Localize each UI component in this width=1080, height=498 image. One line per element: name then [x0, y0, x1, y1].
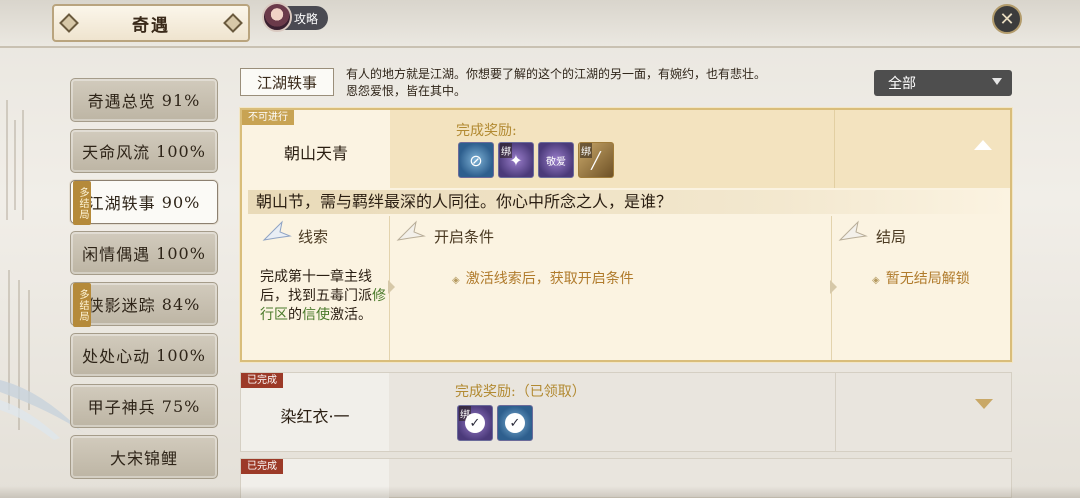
- reward-item[interactable]: ✦ 绑: [498, 142, 534, 178]
- sidebar-item-fate[interactable]: 天命风流 100%: [70, 129, 218, 173]
- reward-item[interactable]: ⊘: [458, 142, 494, 178]
- event-card-expanded: 不可进行 朝山天青 完成奖励: ⊘ ✦ 绑 敬爱 ╱ 绑 朝山节，需与羁绊最深的…: [240, 108, 1012, 362]
- clue-title: 线索: [298, 228, 329, 246]
- filter-dropdown[interactable]: 全部: [874, 70, 1012, 96]
- clue-text: 完成第十一章主线后，找到五毒门派修行区的信使激活。: [260, 269, 386, 323]
- ornament-right-icon: [223, 13, 243, 33]
- expand-cell: [835, 373, 1011, 451]
- guide-avatar-icon: [262, 2, 292, 32]
- sidebar-item-shadow[interactable]: 多结局 侠影迷踪 84%: [70, 282, 218, 327]
- section-description: 有人的地方就是江湖。你想要了解的这个的江湖的另一面，有婉约，也有悲壮。恩怨爱恨，…: [346, 67, 767, 98]
- ending-column: 结局 暂无结局解锁: [832, 216, 1008, 360]
- sidebar-item-heartbeat[interactable]: 处处心动 100%: [70, 333, 218, 377]
- status-badge: 不可进行: [242, 110, 294, 125]
- check-icon: ✓: [465, 413, 485, 433]
- collapse-cell: [834, 110, 1010, 188]
- sidebar-item-jianghu[interactable]: 多结局 江湖轶事 90%: [70, 180, 218, 225]
- filter-value: 全部: [888, 76, 916, 92]
- bound-tag: 绑: [500, 143, 512, 158]
- section-label: 江湖轶事: [240, 68, 334, 96]
- multi-ending-tag: 多结局: [73, 181, 91, 225]
- sidebar-item-overview[interactable]: 奇遇总览 91%: [70, 78, 218, 122]
- ending-text: 暂无结局解锁: [872, 268, 970, 288]
- reward-item[interactable]: ╱ 绑: [578, 142, 614, 178]
- reward-item[interactable]: 绑 ✓: [457, 405, 493, 441]
- guide-label: 攻略: [294, 11, 319, 26]
- swirl-icon: ⊘: [469, 150, 483, 170]
- bound-tag: 绑: [580, 143, 592, 158]
- guide-button[interactable]: 攻略: [262, 2, 328, 32]
- event-name-cell: 已完成 染红衣·一: [241, 373, 389, 451]
- expand-arrow-icon[interactable]: [975, 399, 993, 409]
- event-name: 朝山天青: [283, 144, 348, 163]
- close-button[interactable]: ✕: [992, 4, 1022, 34]
- reward-icons: 绑 ✓ ✓: [457, 405, 533, 441]
- multi-ending-tag: 多结局: [73, 283, 91, 327]
- event-name: 染红衣·一: [280, 407, 350, 426]
- npc-link: 信使: [302, 307, 330, 323]
- reward-label: 完成奖励:（已领取）: [455, 384, 586, 400]
- paper-crane-icon: [262, 220, 292, 241]
- status-badge: 已完成: [241, 459, 283, 474]
- status-badge: 已完成: [241, 373, 283, 388]
- condition-column: 开启条件 激活线索后，获取开启条件: [390, 216, 832, 360]
- top-bar: 奇遇 攻略 ✕: [0, 0, 1080, 48]
- condition-text: 激活线索后，获取开启条件: [452, 268, 634, 288]
- reward-item[interactable]: 敬爱: [538, 142, 574, 178]
- event-name-cell: 不可进行 朝山天青: [242, 110, 390, 188]
- category-sidebar: 奇遇总览 91% 天命风流 100% 多结局 江湖轶事 90% 闲情偶遇 100…: [70, 78, 218, 486]
- check-icon: ✓: [505, 413, 525, 433]
- event-question: 朝山节，需与羁绊最深的人同往。你心中所念之人，是谁？: [248, 190, 1008, 214]
- reward-item[interactable]: ✓: [497, 405, 533, 441]
- ending-title: 结局: [876, 228, 907, 246]
- collapse-arrow-icon[interactable]: [974, 140, 992, 150]
- sidebar-item-koi[interactable]: 大宋锦鲤: [70, 435, 218, 479]
- condition-title: 开启条件: [434, 228, 495, 246]
- book-icon: 敬爱: [546, 156, 566, 168]
- chevron-down-icon: [992, 78, 1002, 85]
- reward-icons: ⊘ ✦ 绑 敬爱 ╱ 绑: [458, 142, 614, 178]
- event-card-header[interactable]: 不可进行 朝山天青 完成奖励: ⊘ ✦ 绑 敬爱 ╱ 绑: [242, 110, 1010, 188]
- bottom-shadow: [0, 486, 1080, 498]
- page-title: 奇遇: [132, 15, 170, 36]
- sidebar-item-weapon[interactable]: 甲子神兵 75%: [70, 384, 218, 428]
- event-card-collapsed[interactable]: 已完成 染红衣·一 完成奖励:（已领取） 绑 ✓ ✓: [240, 372, 1012, 452]
- sidebar-item-leisure[interactable]: 闲情偶遇 100%: [70, 231, 218, 275]
- ornament-left-icon: [59, 13, 79, 33]
- page-title-plate: 奇遇: [52, 4, 250, 42]
- clue-column: 线索 完成第十一章主线后，找到五毒门派修行区的信使激活。: [248, 216, 390, 360]
- reward-label: 完成奖励:: [456, 123, 517, 139]
- paper-crane-icon: [838, 220, 868, 241]
- close-icon: ✕: [999, 8, 1015, 30]
- paper-crane-icon: [396, 220, 426, 241]
